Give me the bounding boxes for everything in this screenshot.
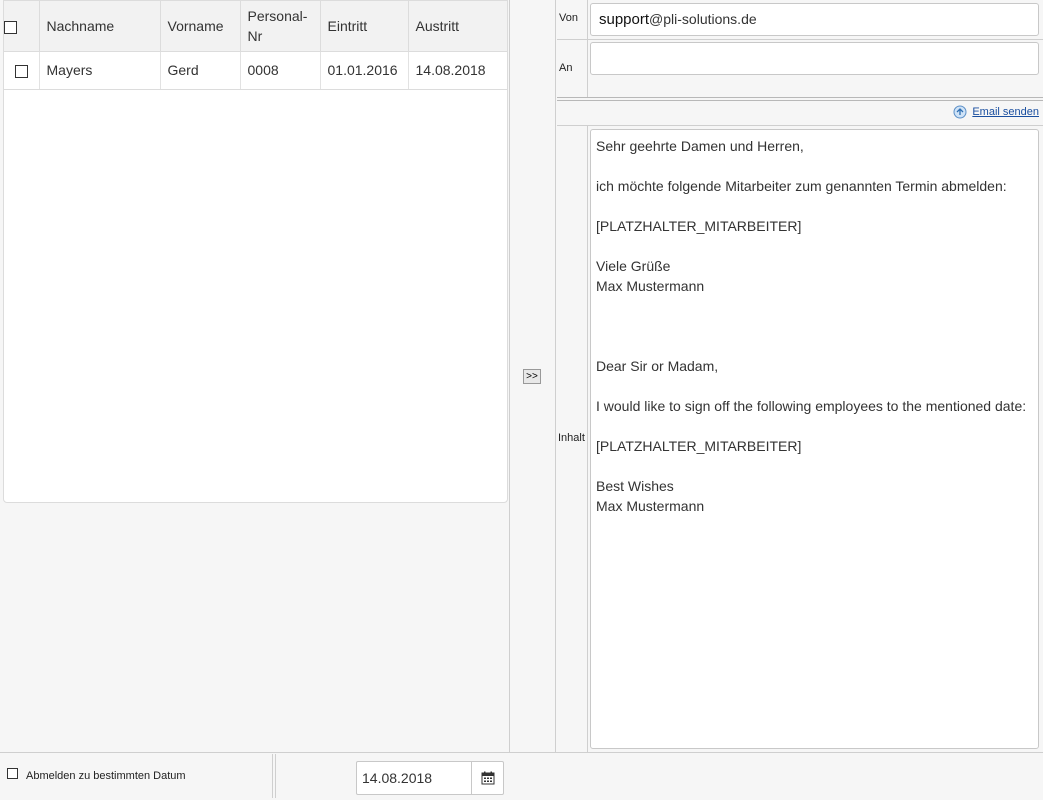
- column-header-nachname[interactable]: Nachname: [39, 1, 161, 52]
- cell-eintritt: 01.01.2016: [320, 51, 409, 90]
- column-header-austritt[interactable]: Austritt: [408, 1, 507, 52]
- to-label: An: [557, 40, 588, 97]
- send-email-label: Email senden: [972, 106, 1039, 118]
- abmelden-checkbox[interactable]: [7, 768, 18, 779]
- column-header-personal-nr[interactable]: Personal- Nr: [240, 1, 321, 52]
- column-header-eintritt[interactable]: Eintritt: [320, 1, 409, 52]
- from-field[interactable]: support@pli-solutions.de: [590, 3, 1039, 36]
- cell-personal-nr: 0008: [240, 51, 321, 90]
- row-checkbox[interactable]: [14, 64, 28, 78]
- from-label: Von: [557, 0, 588, 39]
- content-label: Inhalt: [557, 126, 588, 752]
- transfer-button[interactable]: >>: [523, 369, 541, 384]
- email-send-icon: [953, 105, 967, 119]
- cell-nachname: Mayers: [39, 51, 161, 90]
- cell-austritt: 14.08.2018: [408, 51, 507, 90]
- from-domain: @pli-solutions.de: [649, 11, 757, 27]
- select-all-cell: [4, 1, 40, 52]
- calendar-button[interactable]: [471, 762, 503, 794]
- cell-vorname: Gerd: [160, 51, 241, 90]
- table-header-row: Nachname Vorname Personal- Nr Eintritt A…: [4, 1, 507, 52]
- content-textarea[interactable]: Sehr geehrte Damen und Herren, ich möcht…: [590, 129, 1039, 749]
- select-all-checkbox[interactable]: [4, 20, 17, 34]
- table-row[interactable]: Mayers Gerd 0008 01.01.2016 14.08.2018: [4, 51, 507, 90]
- abmelden-label: Abmelden zu bestimmten Datum: [26, 770, 186, 782]
- send-email-button[interactable]: Email senden: [953, 105, 1039, 119]
- employee-table: Nachname Vorname Personal- Nr Eintritt A…: [4, 1, 507, 90]
- to-field[interactable]: [590, 42, 1039, 75]
- date-value: 14.08.2018: [362, 770, 433, 786]
- row-select-cell: [4, 51, 40, 90]
- employee-table-container: Nachname Vorname Personal- Nr Eintritt A…: [3, 0, 508, 503]
- calendar-icon: [481, 771, 494, 785]
- column-header-vorname[interactable]: Vorname: [160, 1, 241, 52]
- from-user: support: [599, 11, 650, 28]
